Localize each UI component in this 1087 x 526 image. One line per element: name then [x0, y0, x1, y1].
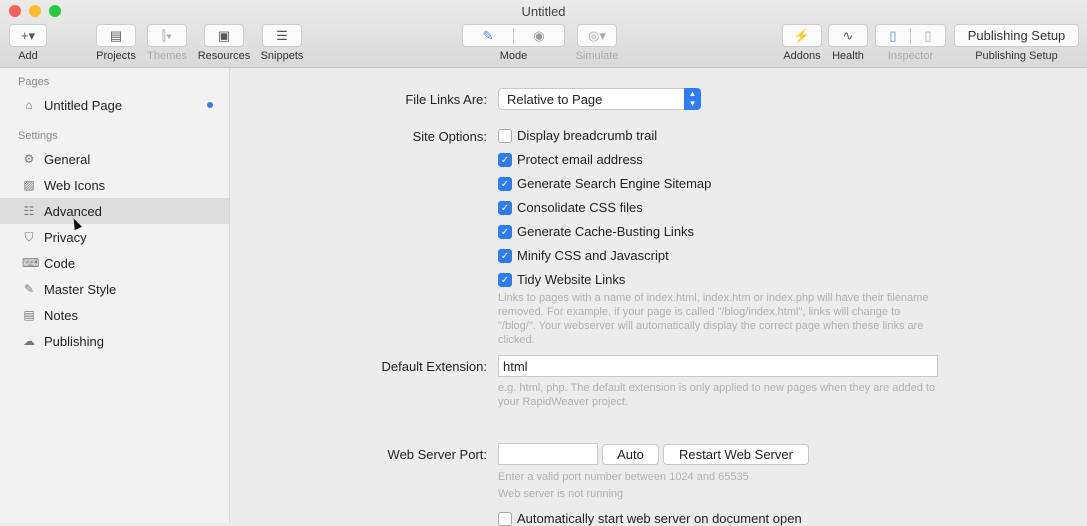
toolbar: Untitled +▾ Add ▤ Projects ⫿▾ Themes ▣ Resou… [0, 0, 1087, 68]
home-icon: ⌂ [25, 98, 33, 112]
site-option-checkbox[interactable]: ✓ Minify CSS and Javascript [498, 248, 669, 263]
server-status: Web server is not running [498, 488, 624, 500]
checkbox-icon: ✓ [498, 152, 512, 167]
sidebar-item-master-style[interactable]: ✎ Master Style [0, 276, 229, 302]
site-option-checkbox[interactable]: ✓ Generate Cache-Busting Links [498, 224, 694, 239]
auto-button[interactable]: Auto [602, 444, 659, 465]
site-option-checkbox[interactable]: ✓ Tidy Website Links [498, 272, 625, 287]
right-panel-icon[interactable]: ▯ [911, 28, 945, 44]
gear-icon: ⚙ [23, 152, 35, 166]
simulate-button: ◎▾ Simulate [573, 24, 621, 62]
resources-button[interactable]: ▣ Resources [196, 24, 252, 62]
window-title: Untitled [521, 4, 566, 19]
plug-icon: ⚡ [782, 24, 822, 47]
archive-icon: ▤ [96, 24, 136, 47]
site-option-checkbox[interactable]: ✓ Protect email address [498, 152, 643, 167]
pulse-icon: ∿ [828, 24, 868, 47]
sidebar: Pages ⌂ Untitled Page Settings ⚙ General ▨… [0, 68, 230, 523]
sidebar-item-publishing[interactable]: ☁ Publishing [0, 328, 229, 354]
sidebar-item-privacy[interactable]: ⛉ Privacy [0, 224, 229, 250]
simulate-icon: ◎▾ [577, 24, 617, 47]
sliders-icon: ☷ [23, 204, 35, 218]
checkbox-icon: ✓ [498, 248, 512, 263]
projects-button[interactable]: ▤ Projects [94, 24, 138, 62]
file-links-label: File Links Are: [405, 92, 487, 107]
shield-icon: ⛉ [24, 229, 34, 244]
sidebar-item-web-icons[interactable]: ▨ Web Icons [0, 172, 229, 198]
site-option-checkbox[interactable]: Display breadcrumb trail [498, 128, 657, 143]
web-server-port-input[interactable] [498, 443, 598, 465]
snippets-button[interactable]: ☰ Snippets [259, 24, 305, 62]
preview-eye-icon[interactable]: ◉ [514, 28, 564, 44]
sidebar-item-code[interactable]: ⌨ Code [0, 250, 229, 276]
sidebar-item-advanced[interactable]: ☷ Advanced [0, 198, 229, 224]
settings-header: Settings [18, 130, 58, 142]
images-icon: ▣ [204, 24, 244, 47]
inspector-control[interactable]: ▯ ▯ Inspector [875, 24, 946, 62]
snippet-icon: ☰ [262, 24, 302, 47]
web-server-port-label: Web Server Port: [387, 447, 487, 462]
themes-button: ⫿▾ Themes [145, 24, 189, 62]
default-extension-label: Default Extension: [381, 359, 487, 374]
autostart-checkbox[interactable]: Automatically start web server on docume… [498, 511, 802, 526]
themes-icon: ⫿▾ [147, 24, 187, 47]
file-links-select[interactable]: Relative to Page ▲ ▼ [498, 88, 701, 110]
checkbox-icon: ✓ [498, 176, 512, 191]
port-help: Enter a valid port number between 1024 a… [498, 471, 749, 483]
checkbox-icon: ✓ [498, 200, 512, 215]
publishing-setup-button[interactable]: Publishing Setup Publishing Setup [954, 24, 1079, 62]
image-icon: ▨ [23, 178, 35, 192]
notes-icon: ▤ [23, 308, 35, 322]
unsaved-dot [207, 102, 213, 108]
select-arrows-icon: ▲ ▼ [684, 88, 701, 110]
health-button[interactable]: ∿ Health [828, 24, 868, 62]
checkbox-icon: ✓ [498, 272, 512, 287]
sidebar-item-general[interactable]: ⚙ General [0, 146, 229, 172]
restart-web-server-button[interactable]: Restart Web Server [663, 444, 809, 465]
brush-icon: ✎ [23, 282, 35, 296]
edit-pencil-icon[interactable]: ✎ [463, 27, 514, 44]
checkbox-icon: ✓ [498, 224, 512, 239]
left-panel-icon[interactable]: ▯ [876, 27, 911, 44]
default-extension-input[interactable]: html [498, 355, 938, 377]
code-icon: ⌨ [22, 256, 40, 270]
add-button[interactable]: +▾ Add [8, 24, 48, 62]
tidy-links-help: Links to pages with a name of index.html… [498, 292, 929, 346]
extension-help: e.g. html, php. The default extension is… [498, 382, 936, 408]
mode-control[interactable]: ✎ ◉ Mode [462, 24, 565, 62]
sidebar-item-notes[interactable]: ▤ Notes [0, 302, 229, 328]
pages-header: Pages [18, 76, 50, 88]
site-option-checkbox[interactable]: ✓ Consolidate CSS files [498, 200, 643, 215]
plus-icon: +▾ [9, 24, 47, 47]
cloud-icon: ☁ [23, 334, 35, 348]
site-option-checkbox[interactable]: ✓ Generate Search Engine Sitemap [498, 176, 711, 191]
addons-button[interactable]: ⚡ Addons [781, 24, 823, 62]
checkbox-icon [498, 128, 512, 143]
sidebar-page-untitled[interactable]: ⌂ Untitled Page [0, 92, 229, 118]
site-options-label: Site Options: [412, 129, 487, 144]
